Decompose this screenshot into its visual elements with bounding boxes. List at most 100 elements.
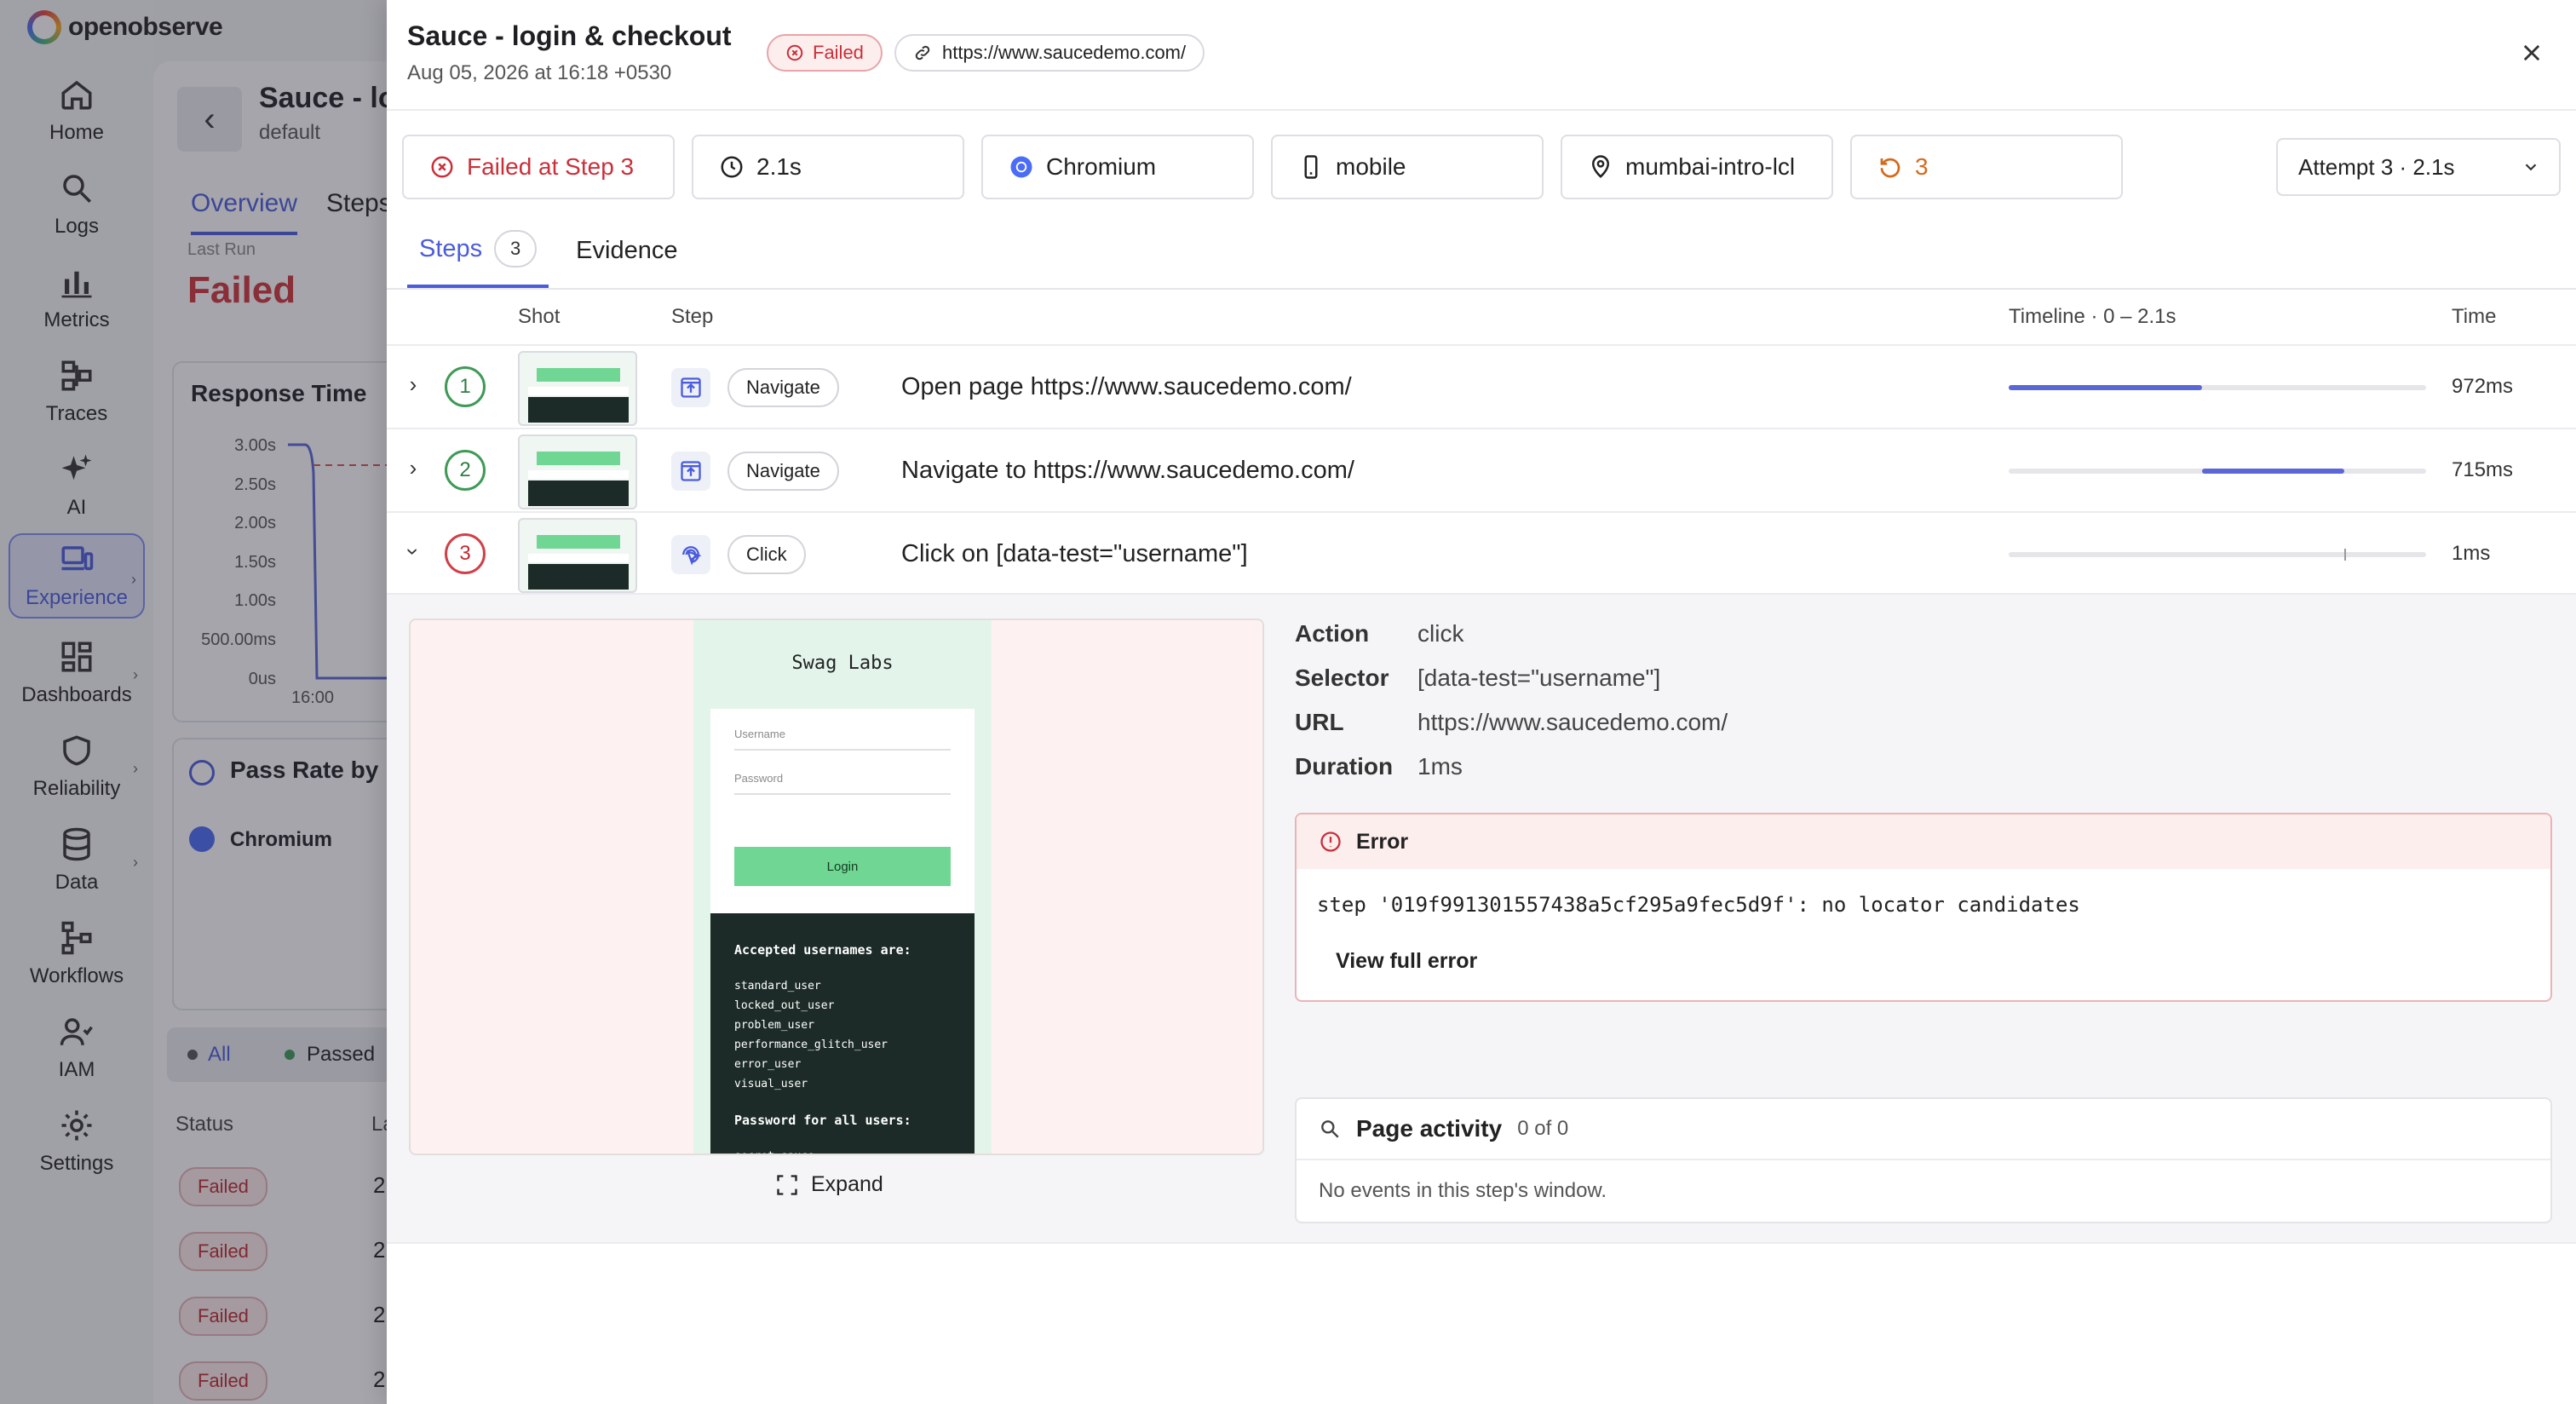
step-row[interactable]: › 1 Navigate Open page https://www.sauce… bbox=[387, 344, 2576, 428]
screenshot-form: Username Password Login bbox=[710, 709, 975, 913]
duration-label: 2.1s bbox=[756, 153, 802, 180]
status-badge: Failed bbox=[767, 34, 883, 72]
col-timeline: Timeline · 0 – 2.1s bbox=[2009, 305, 2176, 328]
expand-icon bbox=[777, 1174, 797, 1195]
screenshot-username: performance_glitch_user bbox=[734, 1039, 888, 1051]
location-label: mumbai-intro-lcl bbox=[1625, 153, 1796, 180]
field-duration-value: 1ms bbox=[1417, 753, 1463, 780]
step-description: Open page https://www.saucedemo.com/ bbox=[901, 373, 1352, 400]
screenshot-page: Swag Labs Username Password Login Accept… bbox=[693, 620, 992, 1154]
expand-label: Expand bbox=[811, 1172, 883, 1196]
drawer-tabs: Steps 3 Evidence bbox=[407, 230, 689, 288]
url-badge-label: https://www.saucedemo.com/ bbox=[942, 42, 1187, 63]
screenshot-password-field: Password bbox=[734, 772, 951, 795]
location-stat: mumbai-intro-lcl bbox=[1561, 135, 1833, 199]
page-activity-header: Page activity 0 of 0 bbox=[1297, 1099, 2550, 1160]
step-screenshot[interactable]: Swag Labs Username Password Login Accept… bbox=[409, 619, 1264, 1155]
attempt-select[interactable]: Attempt 3 · 2.1s bbox=[2276, 138, 2561, 196]
device-stat: mobile bbox=[1271, 135, 1544, 199]
failed-at-stat: Failed at Step 3 bbox=[402, 135, 675, 199]
step-detail-panel: Swag Labs Username Password Login Accept… bbox=[387, 593, 2576, 1244]
col-shot: Shot bbox=[518, 305, 561, 328]
screenshot-username: error_user bbox=[734, 1058, 802, 1071]
run-detail-drawer: Sauce - login & checkout Aug 05, 2026 at… bbox=[387, 0, 2576, 1404]
col-step: Step bbox=[671, 305, 714, 328]
page-activity-title: Page activity bbox=[1356, 1115, 1503, 1142]
timeline-marker bbox=[2343, 549, 2346, 561]
tab-steps-count: 3 bbox=[494, 230, 538, 268]
field-selector-value: [data-test="username"] bbox=[1417, 665, 1661, 691]
step-description: Navigate to https://www.saucedemo.com/ bbox=[901, 457, 1354, 484]
action-tag: Click bbox=[727, 535, 806, 574]
screenshot-credentials: Accepted usernames are: standard_user lo… bbox=[710, 913, 975, 1154]
step-screenshot-thumbnail[interactable] bbox=[518, 434, 637, 509]
timeline-track bbox=[2009, 549, 2426, 561]
divider bbox=[387, 109, 2576, 111]
field-action-value: click bbox=[1417, 620, 1464, 647]
step-row[interactable]: › 2 Navigate Navigate to https://www.sau… bbox=[387, 428, 2576, 511]
chevron-down-icon[interactable]: › bbox=[400, 539, 427, 565]
screenshot-title: Swag Labs bbox=[791, 653, 894, 674]
search-icon bbox=[1321, 1120, 1339, 1138]
screenshot-accepted-heading: Accepted usernames are: bbox=[734, 942, 911, 958]
navigate-icon bbox=[671, 368, 710, 407]
screenshot-password-heading: Password for all users: bbox=[734, 1113, 911, 1128]
failed-at-label: Failed at Step 3 bbox=[467, 153, 635, 180]
screenshot-username: problem_user bbox=[734, 1019, 814, 1032]
expand-button[interactable]: Expand bbox=[775, 1172, 883, 1197]
field-url-key: URL bbox=[1295, 709, 1344, 735]
timeline-track bbox=[2009, 469, 2426, 474]
error-header: Error bbox=[1297, 814, 2550, 869]
screenshot-password-value: secret_sauce bbox=[734, 1150, 814, 1154]
link-icon bbox=[915, 45, 930, 60]
timeline-bar bbox=[2009, 385, 2202, 390]
location-pin-icon bbox=[1591, 155, 1610, 178]
retries-stat: 3 bbox=[1850, 135, 2123, 199]
chromium-icon bbox=[1010, 156, 1032, 178]
tab-evidence-label: Evidence bbox=[576, 236, 678, 264]
chevron-down-icon bbox=[2525, 164, 2537, 171]
drawer-title: Sauce - login & checkout bbox=[407, 20, 732, 51]
chevron-right-icon[interactable]: › bbox=[400, 455, 426, 481]
drawer-date: Aug 05, 2026 at 16:18 +0530 bbox=[407, 61, 672, 84]
field-duration-key: Duration bbox=[1295, 753, 1394, 780]
x-circle-icon bbox=[786, 44, 803, 61]
overlay-backdrop[interactable] bbox=[0, 0, 400, 1404]
action-tag: Navigate bbox=[727, 452, 839, 491]
close-button[interactable] bbox=[2511, 32, 2552, 73]
step-time: 715ms bbox=[2452, 458, 2514, 481]
step-screenshot-thumbnail[interactable] bbox=[518, 351, 637, 426]
step-time: 1ms bbox=[2452, 542, 2491, 565]
tab-steps[interactable]: Steps 3 bbox=[407, 230, 549, 288]
error-title: Error bbox=[1356, 829, 1409, 854]
browser-stat: Chromium bbox=[981, 135, 1254, 199]
view-full-error-button[interactable]: View full error bbox=[1319, 942, 1494, 981]
status-badge-label: Failed bbox=[813, 42, 864, 63]
step-screenshot-thumbnail[interactable] bbox=[518, 518, 637, 593]
step-number: 1 bbox=[445, 366, 486, 407]
error-box: Error step '019f991301557438a5cf295a9fec… bbox=[1295, 813, 2552, 1002]
col-time: Time bbox=[2452, 305, 2497, 328]
clock-icon bbox=[721, 156, 743, 178]
error-message: step '019f991301557438a5cf295a9fec5d9f':… bbox=[1317, 893, 2080, 917]
screenshot-login-button: Login bbox=[734, 847, 951, 886]
screenshot-username: standard_user bbox=[734, 980, 821, 993]
retries-label: 3 bbox=[1915, 153, 1929, 180]
timeline-track bbox=[2009, 385, 2426, 390]
tab-steps-label: Steps bbox=[419, 234, 483, 262]
step-row[interactable]: › 3 Click Click on [data-test="username"… bbox=[387, 511, 2576, 595]
navigate-icon bbox=[671, 452, 710, 491]
chevron-right-icon[interactable]: › bbox=[400, 371, 426, 398]
click-icon bbox=[671, 535, 710, 574]
url-badge[interactable]: https://www.saucedemo.com/ bbox=[894, 34, 1205, 72]
step-time: 972ms bbox=[2452, 375, 2514, 398]
screenshot-username: locked_out_user bbox=[734, 999, 835, 1012]
step-number: 2 bbox=[445, 450, 486, 491]
retry-icon bbox=[1880, 158, 1900, 178]
timeline-bar bbox=[2201, 469, 2344, 474]
x-circle-icon bbox=[431, 156, 453, 178]
attempt-select-value: Attempt 3 · 2.1s bbox=[2298, 153, 2455, 180]
steps-table-header: Shot Step Timeline · 0 – 2.1s Time bbox=[387, 290, 2576, 344]
step-number: 3 bbox=[445, 533, 486, 574]
tab-evidence[interactable]: Evidence bbox=[564, 230, 689, 288]
